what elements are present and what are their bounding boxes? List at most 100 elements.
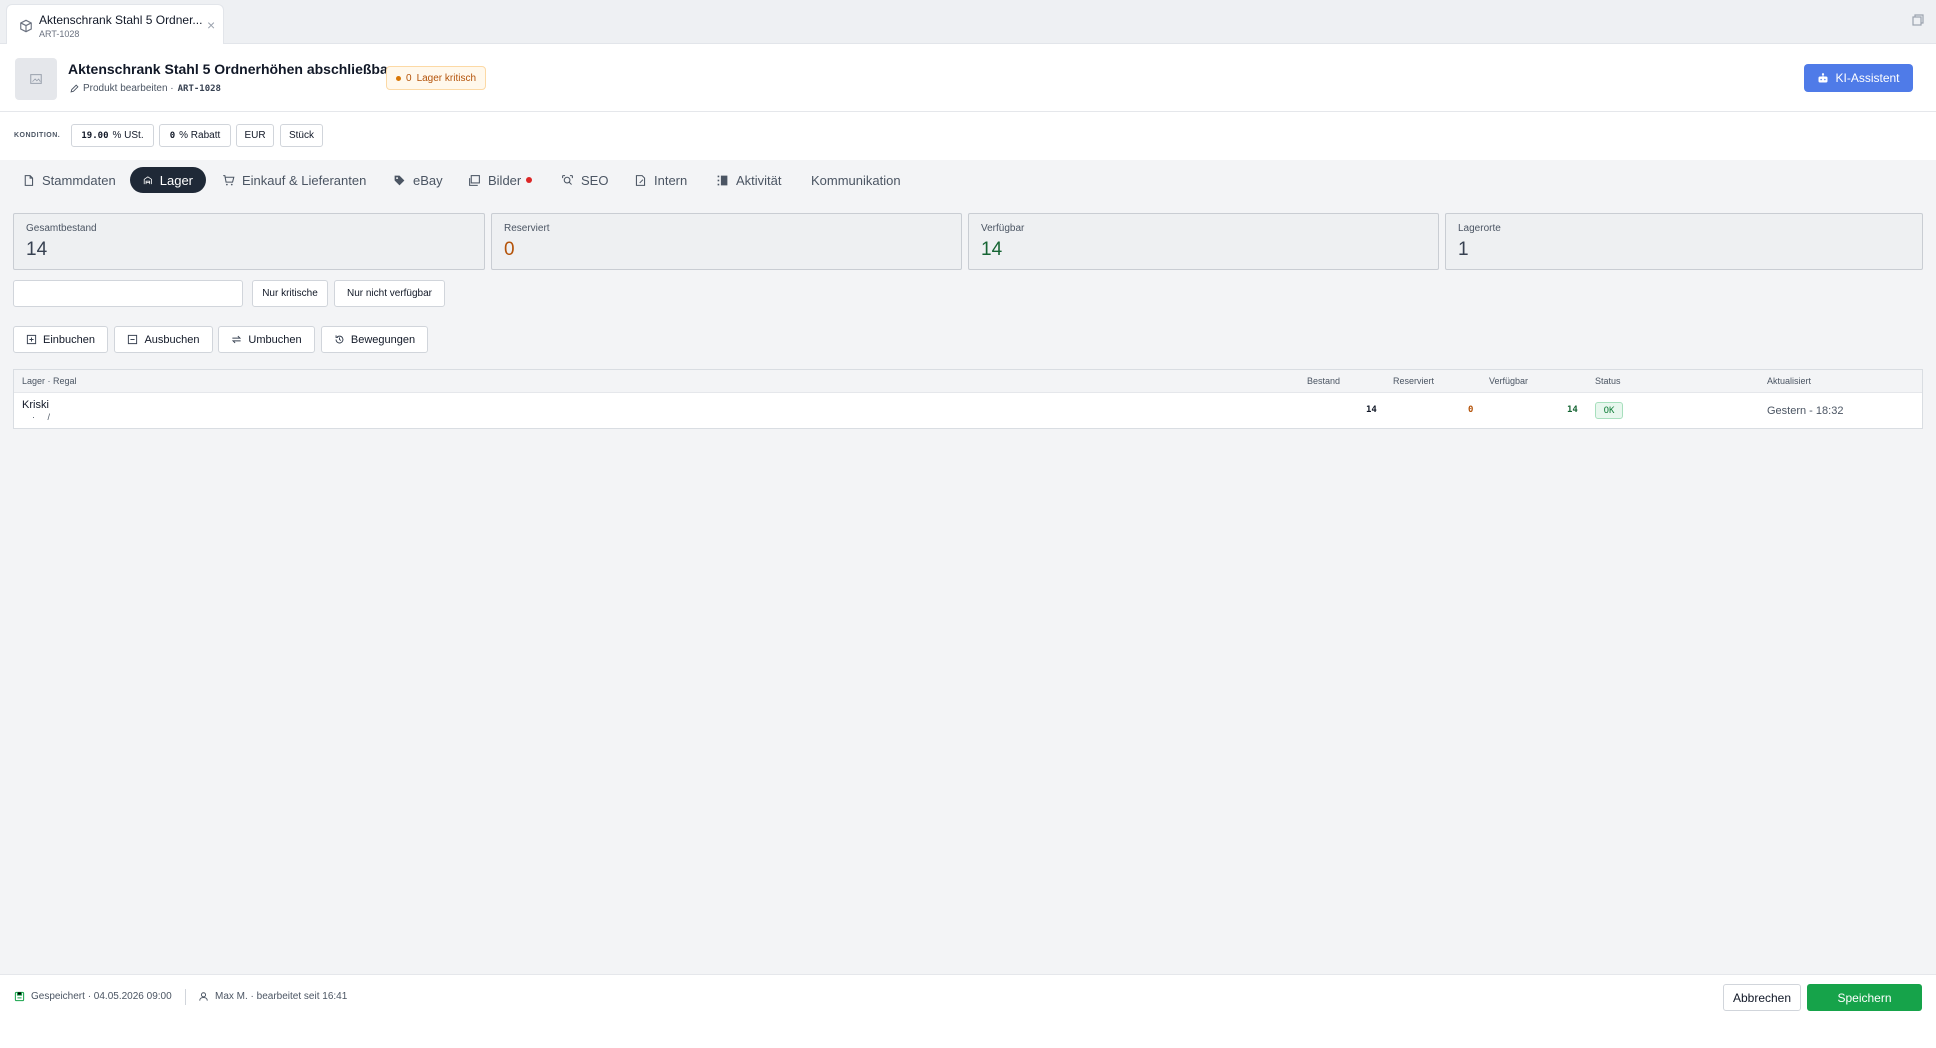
swap-icon: [232, 335, 242, 344]
table-header: Lager · Regal Bestand Reserviert Verfügb…: [14, 370, 1922, 393]
document-tab-title: Aktenschrank Stahl 5 Ordner...: [39, 13, 203, 27]
window-restore-icon[interactable]: [1910, 12, 1926, 28]
updated-value: Gestern - 18:32: [1767, 405, 1844, 417]
product-thumbnail[interactable]: [15, 58, 57, 100]
kpi-card-available: Verfügbar 14: [968, 213, 1439, 270]
seo-icon: [562, 174, 573, 185]
tab-intern[interactable]: Intern: [621, 167, 700, 193]
rebook-label: Umbuchen: [248, 333, 302, 346]
images-icon: [469, 174, 480, 186]
book-out-label: Ausbuchen: [144, 333, 200, 346]
vat-chip[interactable]: 19.00 % USt.: [71, 124, 154, 147]
close-tab-icon[interactable]: ×: [207, 17, 215, 33]
tab-kommunikation[interactable]: Kommunikation: [798, 167, 914, 193]
discount-unit: % Rabatt: [179, 130, 221, 141]
tab-seo[interactable]: SEO: [548, 167, 621, 193]
minus-square-icon: [128, 334, 138, 345]
column-header-reserved[interactable]: Reserviert: [1393, 376, 1434, 386]
ki-assistant-button[interactable]: KI-Assistent: [1804, 64, 1913, 92]
currency-chip[interactable]: EUR: [236, 124, 274, 147]
kpi-value: 0: [504, 239, 515, 260]
cart-icon: [223, 174, 235, 185]
editor-status: Max M. · bearbeitet seit 16:41: [198, 991, 347, 1002]
vat-value: 19.00: [81, 130, 109, 141]
shelf-path: · /: [32, 412, 50, 422]
product-subtitle: Produkt bearbeiten · ART-1028: [70, 83, 221, 94]
kpi-card-reserved: Reserviert 0: [491, 213, 962, 270]
save-status: Gespeichert · 04.05.2026 09:00: [14, 991, 172, 1002]
tag-icon: [394, 175, 405, 185]
stock-critical-count: 0: [406, 72, 412, 84]
robot-icon: [1818, 73, 1828, 83]
footer-bar: Gespeichert · 04.05.2026 09:00 Max M. · …: [0, 974, 1936, 1018]
tab-label: Stammdaten: [42, 172, 116, 188]
warehouse-name: Kriski: [22, 399, 49, 411]
rebook-button[interactable]: Umbuchen: [218, 326, 315, 353]
window-tab-strip: Aktenschrank Stahl 5 Ordner... ART-1028 …: [0, 0, 1936, 44]
saved-icon: [14, 991, 25, 1002]
document-tab[interactable]: Aktenschrank Stahl 5 Ordner... ART-1028 …: [6, 4, 224, 44]
cancel-button[interactable]: Abbrechen: [1723, 984, 1801, 1011]
tab-einkauf[interactable]: Einkauf & Lieferanten: [209, 167, 379, 193]
section-tabs: Stammdaten Lager Einkauf & Lieferanten e…: [0, 160, 1936, 200]
save-status-text: Gespeichert · 04.05.2026 09:00: [31, 991, 172, 1002]
tab-aktivitaet[interactable]: Aktivität: [703, 167, 795, 193]
movements-button[interactable]: Bewegungen: [321, 326, 428, 353]
tab-stammdaten[interactable]: Stammdaten: [9, 167, 129, 193]
discount-value: 0: [169, 130, 176, 141]
column-header-updated[interactable]: Aktualisiert: [1767, 376, 1811, 386]
save-button[interactable]: Speichern: [1807, 984, 1922, 1011]
only-unavailable-button[interactable]: Nur nicht verfügbar: [334, 280, 445, 307]
unit-chip[interactable]: Stück: [280, 124, 323, 147]
reserved-value: 0: [1468, 405, 1474, 415]
tab-label: eBay: [413, 172, 443, 188]
stock-table: Lager · Regal Bestand Reserviert Verfügb…: [13, 369, 1923, 429]
kpi-value: 1: [1458, 239, 1469, 260]
tab-label: Kommunikation: [811, 172, 901, 188]
document-icon: [24, 174, 34, 186]
column-header-status[interactable]: Status: [1595, 376, 1621, 386]
package-icon: [20, 19, 32, 33]
search-input[interactable]: [13, 280, 243, 307]
conditions-label: KONDITION.: [14, 132, 61, 139]
book-out-button[interactable]: Ausbuchen: [114, 326, 213, 353]
history-icon: [335, 335, 344, 344]
column-header-stock[interactable]: Bestand: [1307, 376, 1340, 386]
pencil-icon: [70, 84, 79, 93]
discount-chip[interactable]: 0 % Rabatt: [159, 124, 231, 147]
column-header-location[interactable]: Lager · Regal: [22, 376, 77, 386]
page-title: Aktenschrank Stahl 5 Ordnerhöhen abschli…: [68, 61, 394, 77]
tab-label: Aktivität: [736, 172, 782, 188]
warehouse-icon: [143, 175, 152, 184]
footer-divider: [185, 989, 186, 1005]
tab-ebay[interactable]: eBay: [380, 167, 456, 193]
kpi-label: Lagerorte: [1458, 223, 1501, 234]
tab-lager[interactable]: Lager: [130, 167, 206, 193]
only-critical-button[interactable]: Nur kritische: [252, 280, 328, 307]
book-in-button[interactable]: Einbuchen: [13, 326, 108, 353]
document-tab-subtitle: ART-1028: [39, 29, 80, 39]
kpi-value: 14: [981, 239, 1003, 260]
book-in-label: Einbuchen: [43, 333, 95, 346]
edit-product-label: Produkt bearbeiten ·: [83, 83, 174, 94]
kpi-label: Reserviert: [504, 223, 550, 234]
stock-critical-badge: 0 Lager kritisch: [386, 66, 487, 90]
editor-status-text: Max M. · bearbeitet seit 16:41: [215, 991, 348, 1002]
vat-unit: % USt.: [112, 130, 144, 141]
plus-square-icon: [26, 334, 37, 345]
image-placeholder-icon: [30, 74, 42, 84]
product-header: Aktenschrank Stahl 5 Ordnerhöhen abschli…: [0, 44, 1936, 112]
ki-assistant-label: KI-Assistent: [1835, 71, 1900, 85]
tab-label: Einkauf & Lieferanten: [242, 172, 367, 188]
kpi-value: 14: [26, 239, 48, 260]
tab-label: Bilder: [488, 172, 522, 188]
unsaved-dot-icon: [526, 177, 533, 183]
tab-bilder[interactable]: Bilder: [455, 167, 545, 193]
available-value: 14: [1567, 405, 1578, 415]
stock-value: 14: [1366, 405, 1377, 415]
tab-label: Intern: [654, 172, 688, 188]
column-header-available[interactable]: Verfügbar: [1489, 376, 1528, 386]
tab-label: Lager: [159, 172, 193, 188]
status-badge: OK: [1595, 402, 1623, 419]
kpi-card-total: Gesamtbestand 14: [13, 213, 485, 270]
